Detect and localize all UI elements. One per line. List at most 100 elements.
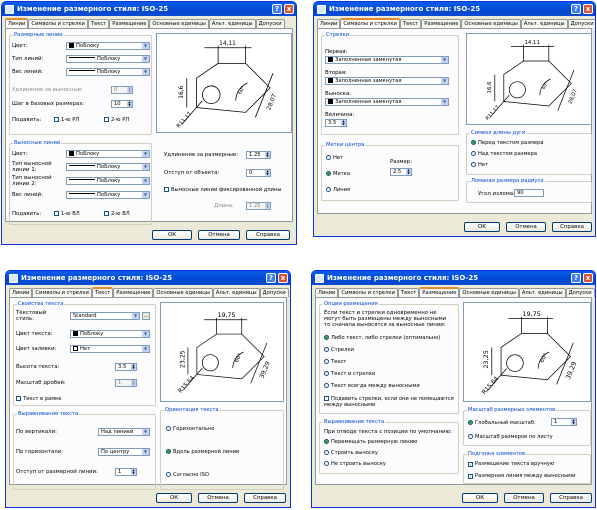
tab-symbols[interactable]: Символы и стрелки: [28, 19, 88, 28]
tab-primary-units[interactable]: Основные единицы: [461, 19, 521, 28]
tab-symbols[interactable]: Символы и стрелки: [340, 18, 400, 28]
align-horizontal-radio[interactable]: Горизонтально: [166, 426, 214, 432]
center-line-radio[interactable]: Линия: [326, 187, 350, 193]
close-button[interactable]: x: [278, 273, 288, 283]
tab-tolerances[interactable]: Допуски: [567, 19, 595, 28]
dimline-color-select[interactable]: ПоБлоку ▼: [66, 42, 150, 50]
help-title-button[interactable]: ?: [266, 273, 276, 283]
ok-button[interactable]: ОК: [464, 222, 500, 232]
tab-tolerances[interactable]: Допуски: [259, 288, 289, 297]
tab-tolerances[interactable]: Допуски: [255, 19, 285, 28]
no-leader-radio[interactable]: Не строить выноску: [324, 461, 386, 467]
arc-above-radio[interactable]: Над текстом размера: [471, 151, 537, 157]
text-style-select[interactable]: Standard ▼: [70, 312, 140, 320]
extend-beyond-dimlines-input[interactable]: 1.25 ▲ ▼: [246, 151, 271, 159]
text-height-input[interactable]: 3.5 ▲ ▼: [115, 363, 137, 371]
tab-text[interactable]: Текст: [87, 19, 110, 28]
tab-lines[interactable]: Линии: [317, 19, 341, 28]
suppress-extline2-checkbox[interactable]: 2-ю ВЛ: [104, 211, 130, 217]
tab-placement[interactable]: Размещение: [109, 19, 150, 28]
tab-text[interactable]: Текст: [397, 288, 420, 297]
extline1-type-select[interactable]: ПоБлоку ▼: [66, 163, 150, 171]
tab-lines[interactable]: Линии: [9, 288, 33, 297]
horizontal-placement-select[interactable]: По центру ▼: [98, 448, 150, 456]
tab-placement[interactable]: Размещение: [421, 19, 462, 28]
tab-symbols[interactable]: Символы и стрелки: [338, 288, 398, 297]
ok-button[interactable]: ОК: [156, 493, 192, 503]
global-scale-input[interactable]: 1 ▲ ▼: [551, 418, 577, 426]
second-arrow-select[interactable]: Заполненная замкнутая ▼: [325, 77, 449, 85]
fixed-length-extlines-checkbox[interactable]: Выносные линии фиксированной длины: [164, 187, 281, 193]
extline2-type-select[interactable]: ПоБлоку ▼: [66, 177, 150, 185]
baseline-spacing-input[interactable]: 10 ▲ ▼: [111, 100, 133, 108]
fit-arrows-radio[interactable]: Стрелки: [324, 347, 354, 353]
fraction-scale-input[interactable]: 1 ▲ ▼: [115, 379, 137, 387]
jog-angle-input[interactable]: 90: [514, 189, 544, 197]
suppress-arrows-checkbox[interactable]: Подавить стрелки, если они не помещаются…: [324, 396, 454, 408]
fit-best-radio[interactable]: Либо текст, либо стрелки (оптимально): [324, 335, 440, 341]
center-none-radio[interactable]: Нет: [326, 155, 343, 161]
draw-dimline-between-checkbox[interactable]: ✓ Размерная линия между выносными: [468, 473, 575, 479]
tab-placement[interactable]: Размещение: [113, 288, 154, 297]
cancel-button[interactable]: Отмена: [506, 222, 546, 232]
text-style-browse-button[interactable]: ...: [142, 312, 150, 320]
tab-symbols[interactable]: Символы и стрелки: [32, 288, 92, 297]
align-iso-radio[interactable]: Согласно ISO: [166, 472, 209, 478]
global-scale-radio[interactable]: Глобальный масштаб:: [468, 420, 536, 426]
fit-both-radio[interactable]: Текст и стрелки: [324, 371, 375, 377]
tab-primary-units[interactable]: Основные единицы: [459, 288, 519, 297]
cancel-button[interactable]: Отмена: [198, 230, 240, 240]
tab-alt-units[interactable]: Альт. единицы: [520, 19, 568, 28]
fixed-length-input[interactable]: 1.25 ▲ ▼: [246, 202, 271, 210]
tab-lines[interactable]: Линии: [315, 288, 339, 297]
tab-placement[interactable]: Размещение: [419, 287, 460, 297]
vertical-placement-select[interactable]: Над линией ▼: [98, 428, 150, 436]
help-title-button[interactable]: ?: [571, 4, 581, 14]
suppress-dimline2-checkbox[interactable]: 2-ю РЛ: [104, 117, 129, 123]
close-button[interactable]: x: [284, 4, 294, 14]
arrow-size-input[interactable]: 3.5 ▲ ▼: [325, 119, 347, 127]
move-dimline-radio[interactable]: Перемещать размерную линию: [324, 439, 417, 445]
place-text-manually-checkbox[interactable]: ✓ Размещение текста вручную: [468, 461, 554, 467]
center-size-input[interactable]: 2.5 ▲ ▼: [390, 168, 412, 176]
align-with-dimline-radio[interactable]: Вдоль размерной линии: [166, 449, 239, 455]
extend-beyond-ticks-input[interactable]: 0 ▲ ▼: [111, 86, 133, 94]
fit-always-inside-radio[interactable]: Текст всегда между выносными: [324, 383, 420, 389]
tab-tolerances[interactable]: Допуски: [565, 288, 595, 297]
extline-color-select[interactable]: ПоБлоку ▼: [66, 150, 150, 158]
fill-color-select[interactable]: Нет ▼: [70, 345, 150, 353]
help-button[interactable]: Справка: [246, 230, 290, 240]
tab-alt-units[interactable]: Альт. единицы: [518, 288, 566, 297]
first-arrow-select[interactable]: Заполненная замкнутая ▼: [325, 56, 449, 64]
dimline-linetype-select[interactable]: ПоБлоку ▼: [66, 55, 150, 63]
suppress-dimline1-checkbox[interactable]: 1-ю РЛ: [54, 117, 79, 123]
help-button[interactable]: Справка: [552, 222, 592, 232]
help-button[interactable]: Справка: [550, 493, 592, 503]
offset-from-origin-input[interactable]: 0 ▲ ▼: [246, 169, 271, 177]
tab-lines[interactable]: Линии: [5, 18, 29, 28]
dimline-lineweight-select[interactable]: ПоБлоку ▼: [66, 68, 150, 76]
help-button[interactable]: Справка: [244, 493, 286, 503]
help-title-button[interactable]: ?: [571, 273, 581, 283]
scale-to-layout-radio[interactable]: Масштаб размеров по листу: [468, 434, 553, 440]
ok-button[interactable]: ОК: [152, 230, 192, 240]
ok-button[interactable]: ОК: [462, 493, 498, 503]
tab-text[interactable]: Текст: [91, 287, 114, 297]
center-mark-radio[interactable]: Метка: [326, 171, 350, 177]
fit-text-radio[interactable]: Текст: [324, 359, 346, 365]
tab-alt-units[interactable]: Альт. единицы: [212, 288, 260, 297]
arc-none-radio[interactable]: Нет: [471, 162, 488, 168]
close-button[interactable]: x: [583, 4, 593, 14]
arc-preceding-radio[interactable]: Перед текстом размера: [471, 140, 544, 146]
leader-arrow-select[interactable]: Заполненная замкнутая ▼: [325, 98, 449, 106]
close-button[interactable]: x: [583, 273, 593, 283]
tab-primary-units[interactable]: Основные единицы: [149, 19, 209, 28]
suppress-extline1-checkbox[interactable]: 1-ю ВЛ: [54, 211, 80, 217]
tab-alt-units[interactable]: Альт. единицы: [208, 19, 256, 28]
offset-dimline-input[interactable]: 1 ▲ ▼: [115, 468, 137, 476]
cancel-button[interactable]: Отмена: [504, 493, 544, 503]
add-leader-radio[interactable]: Строить выноску: [324, 450, 378, 456]
help-title-button[interactable]: ?: [272, 4, 282, 14]
cancel-button[interactable]: Отмена: [198, 493, 238, 503]
tab-text[interactable]: Текст: [399, 19, 422, 28]
